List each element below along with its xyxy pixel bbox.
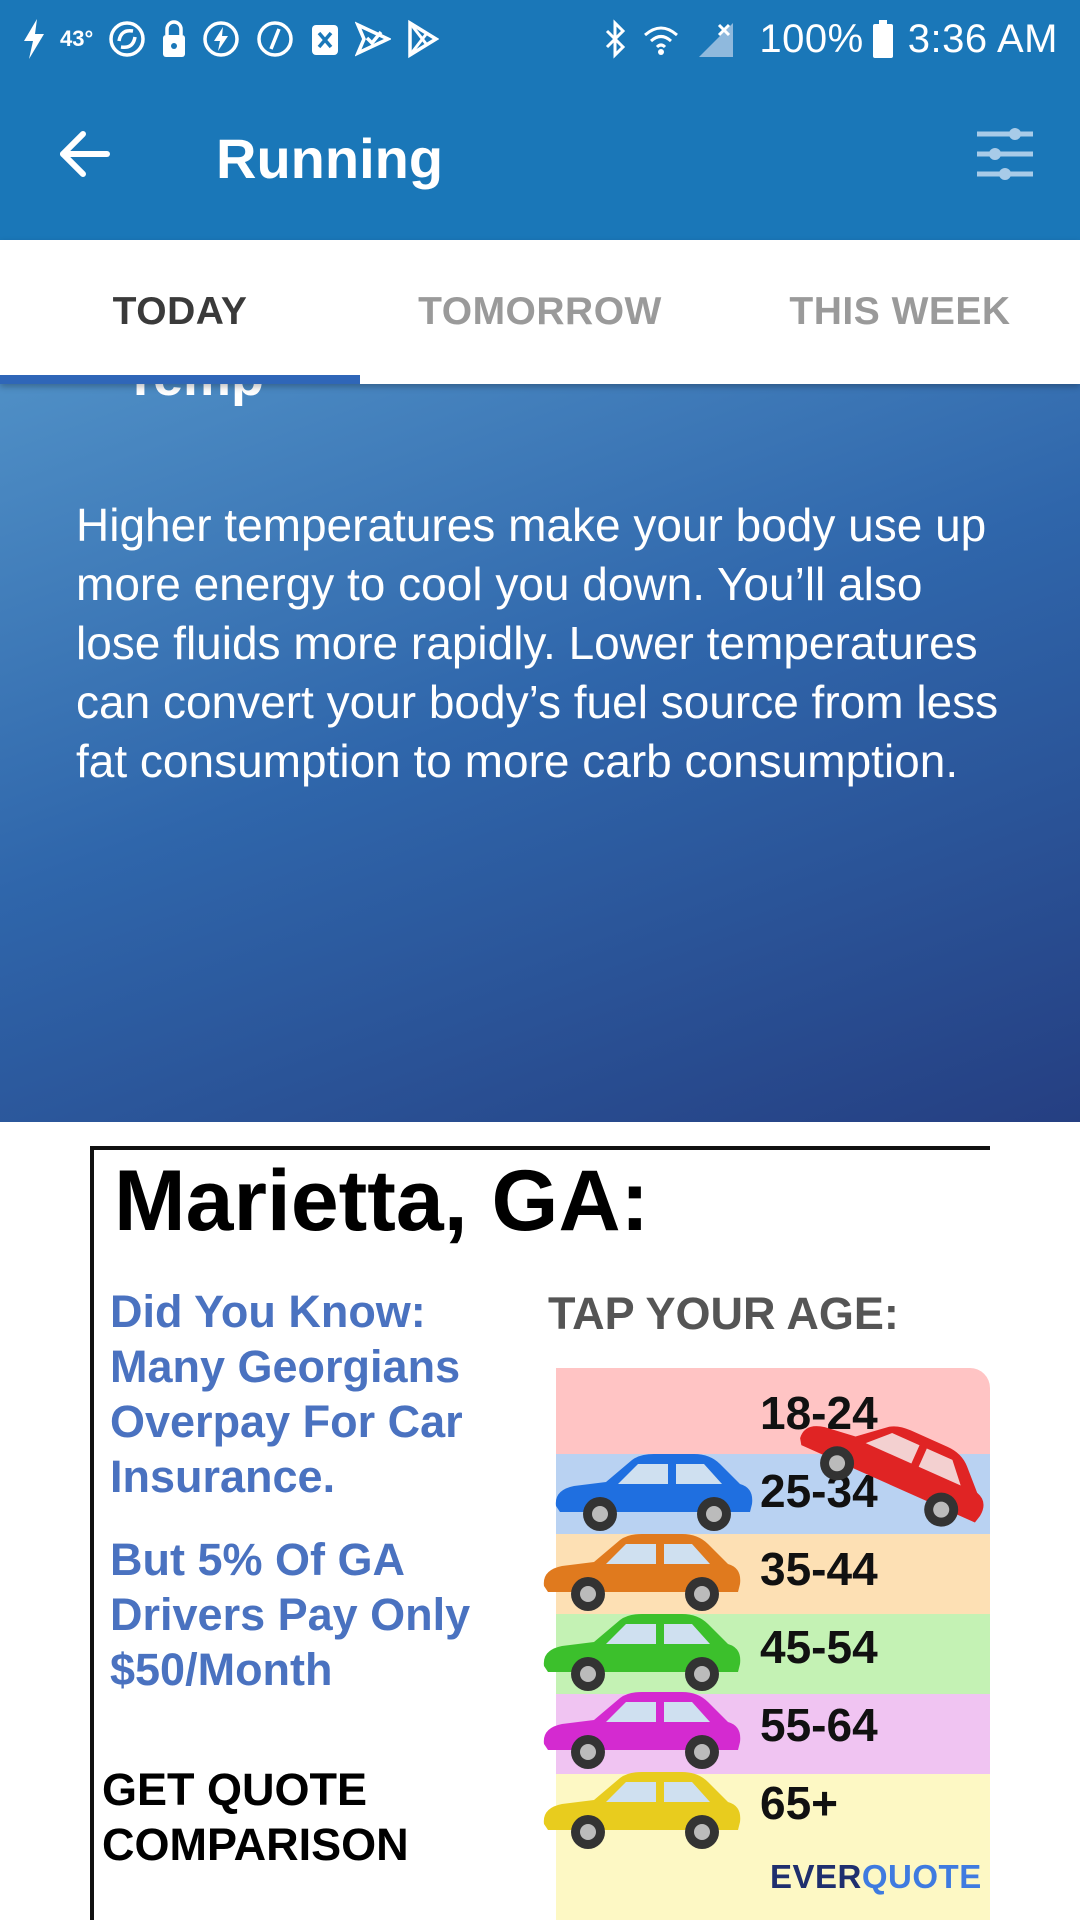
play-store-icon [405,19,440,59]
ad-city: Marietta, GA: [114,1153,650,1249]
lightning-icon [22,19,46,59]
ad-copy-offer: But 5% Of GA Drivers Pay Only $50/Month [110,1534,471,1695]
status-temperature: 43° [60,26,94,51]
car-icon [555,1454,753,1531]
tab-this-week[interactable]: THIS WEEK [720,240,1080,384]
wifi-icon [641,19,681,59]
battery-icon [872,19,894,59]
ad-banner[interactable]: Marietta, GA: Did You Know: Many Georgia… [90,1146,990,1920]
screen: 43° 100% 3:36 AM Running TODAY TOMORROW … [0,0,1080,1920]
status-time: 3:36 AM [907,16,1058,61]
car-icon [543,1614,741,1691]
brand-part-quote: QUOTE [861,1858,982,1895]
ad-copy-intro: Did You Know: Many Georgians Overpay For… [110,1286,463,1502]
arrow-left-icon [59,130,111,182]
page-title: Running [216,127,444,190]
ad-border [90,1146,990,1150]
tab-tomorrow[interactable]: TOMORROW [360,240,720,384]
lock-icon [161,19,187,59]
panel-heading: Temp [124,384,264,408]
car-icon [543,1772,741,1849]
status-bar: 43° 100% 3:36 AM [0,0,1080,78]
ad-border [90,1146,94,1920]
app-bar: Running [0,78,1080,240]
panel-body: Higher temperatures make your body use u… [76,499,999,787]
age-label-55-64[interactable]: 55-64 [760,1698,878,1752]
brand-part-ever: EVER [770,1858,862,1895]
status-left: 43° [22,14,453,64]
status-right: 100% 3:36 AM [603,14,1058,64]
refresh-icon [107,19,147,59]
ad-tap-prompt: TAP YOUR AGE: [548,1288,899,1339]
battery-percent: 100% [759,16,864,61]
check-send-icon [355,19,392,59]
tune-icon [975,126,1035,187]
everquote-logo: EVERQUOTE [770,1858,982,1896]
age-label-65-plus[interactable]: 65+ [760,1776,838,1830]
speed-icon [255,19,295,59]
close-box-icon [309,19,341,59]
info-panel: Temp Higher temperatures make your body … [0,384,1080,1122]
get-quote-button[interactable]: GET QUOTE COMPARISON [102,1762,502,1872]
age-label-35-44[interactable]: 35-44 [760,1542,878,1596]
car-icon [543,1534,741,1611]
tab-bar: TODAY TOMORROW THIS WEEK [0,240,1080,384]
back-button[interactable] [40,116,130,196]
age-label-45-54[interactable]: 45-54 [760,1620,878,1674]
tab-today[interactable]: TODAY [0,240,360,384]
bolt-circle-icon [201,19,241,59]
signal-icon [695,19,735,59]
bluetooth-icon [603,19,627,59]
car-icon [543,1692,741,1769]
filter-button[interactable] [960,116,1050,196]
